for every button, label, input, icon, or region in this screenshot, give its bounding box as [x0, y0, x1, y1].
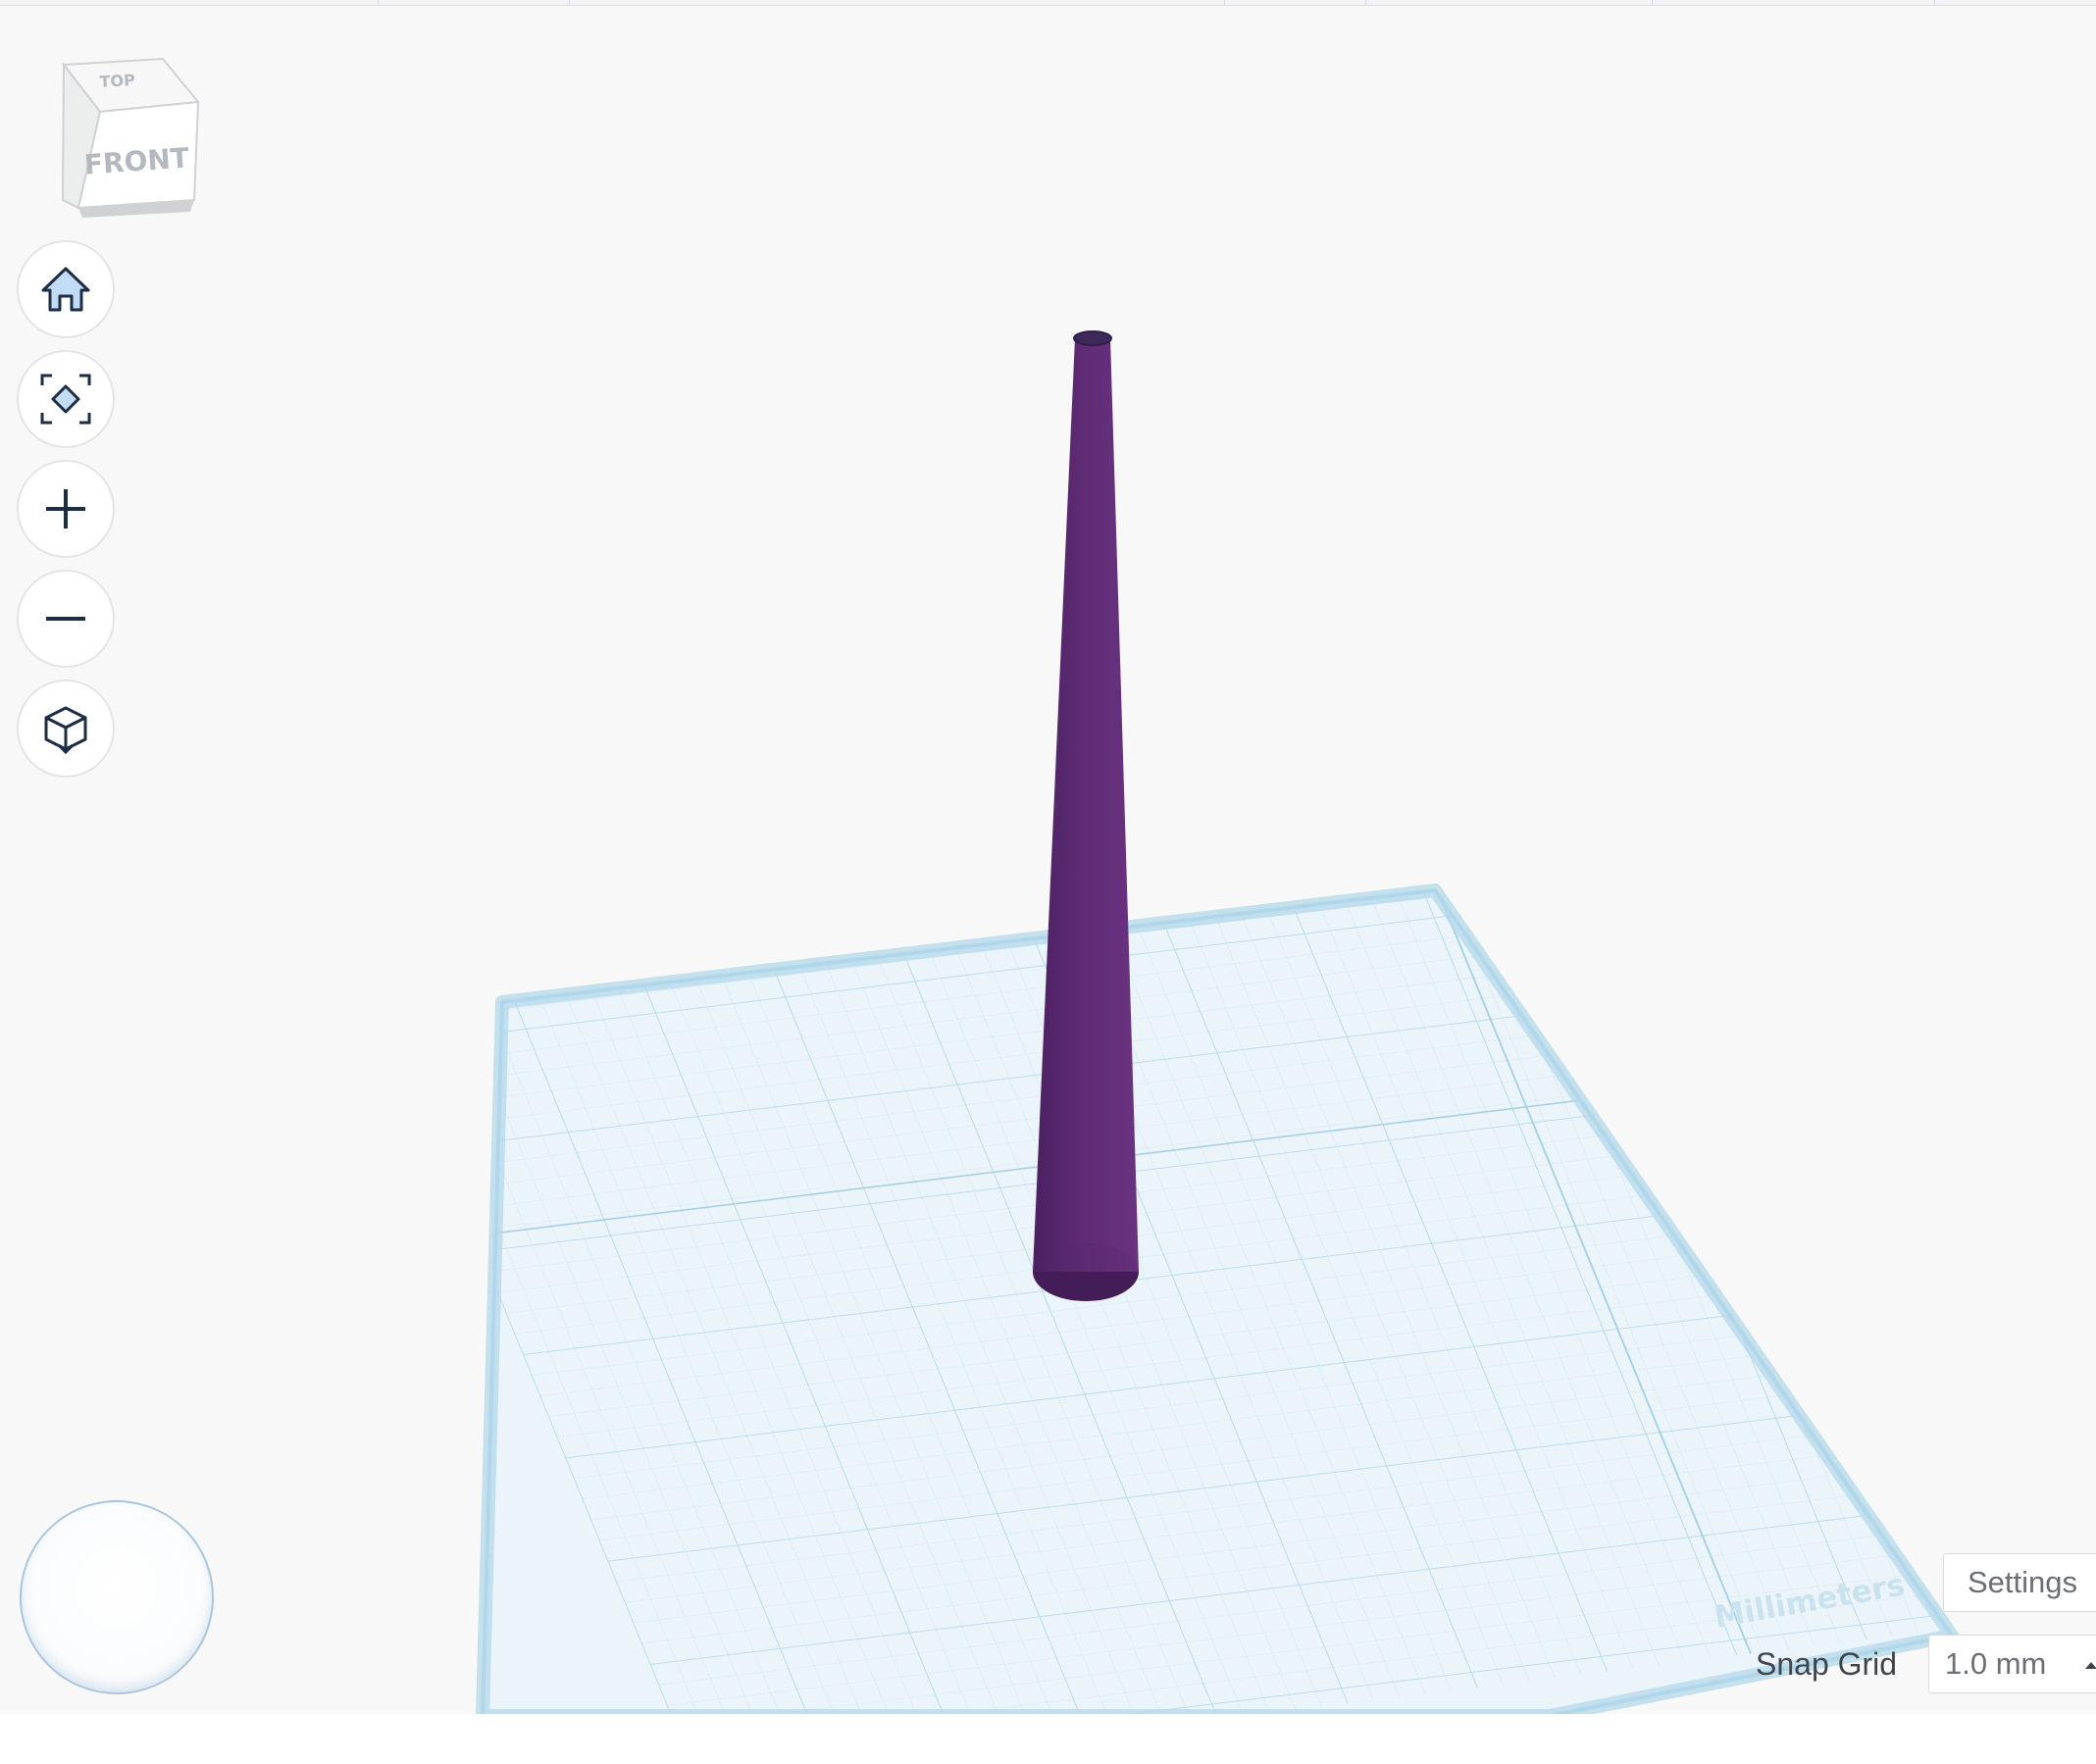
caret-up-icon	[2085, 1662, 2096, 1669]
minus-icon	[46, 617, 85, 621]
zoom-in-button[interactable]	[17, 460, 115, 558]
orbit-joystick[interactable]	[20, 1500, 214, 1694]
settings-button[interactable]: Settings	[1943, 1553, 2096, 1612]
view-cube[interactable]: TOP FRONT	[57, 53, 204, 226]
zoom-out-button[interactable]	[17, 570, 115, 668]
ortho-perspective-button[interactable]	[17, 680, 115, 778]
cone-top-face	[1073, 330, 1112, 346]
fit-all-button[interactable]	[17, 350, 115, 448]
workplane[interactable]: Millimeters	[353, 730, 2096, 1714]
snap-grid-value: 1.0 mm	[1945, 1646, 2047, 1681]
viewcube-top-label[interactable]: TOP	[99, 71, 135, 91]
home-icon	[41, 267, 90, 312]
snap-grid-select[interactable]: 1.0 mm	[1928, 1635, 2096, 1693]
scene-canvas[interactable]: Millimeters	[0, 0, 2096, 1714]
fit-view-icon	[40, 374, 91, 425]
snap-grid-label: Snap Grid	[1756, 1646, 1898, 1682]
cone-shape[interactable]	[1033, 330, 1139, 1301]
home-view-button[interactable]	[17, 240, 115, 338]
3d-viewport[interactable]: Millimeters TOP FRONT Settings Snap Grid…	[0, 0, 2096, 1714]
plus-icon	[46, 489, 85, 529]
cube-icon	[44, 706, 87, 755]
